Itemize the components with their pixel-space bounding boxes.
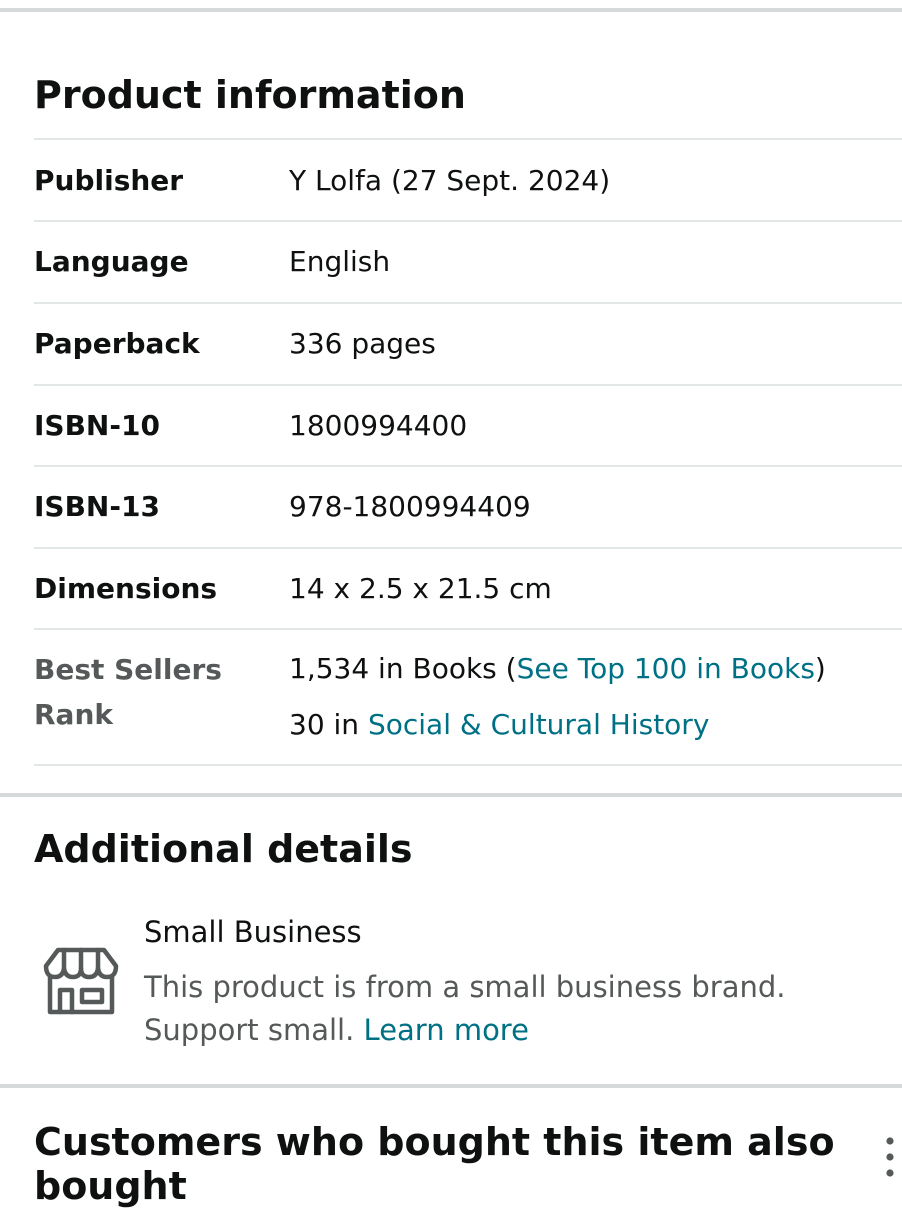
detail-value: English — [289, 245, 391, 278]
product-information-heading: Product information — [34, 73, 466, 117]
detail-value: 1800994400 — [289, 409, 468, 442]
social-cultural-history-link[interactable]: Social & Cultural History — [368, 708, 709, 741]
row-divider — [34, 384, 902, 386]
section-divider — [0, 1084, 902, 1088]
detail-label: ISBN-13 — [34, 490, 160, 523]
section-divider — [0, 793, 902, 797]
rank-books-close: ) — [814, 652, 826, 685]
additional-details-heading: Additional details — [34, 827, 413, 871]
learn-more-link[interactable]: Learn more — [364, 1013, 529, 1047]
row-divider — [34, 764, 902, 766]
detail-value: 978-1800994409 — [289, 490, 531, 523]
rank-category: 30 in Social & Cultural History — [289, 708, 709, 742]
detail-value: 336 pages — [289, 327, 436, 360]
see-top-100-link[interactable]: See Top 100 in Books — [517, 652, 815, 685]
also-bought-heading: Customers who bought this item also boug… — [34, 1120, 835, 1208]
row-divider — [34, 547, 902, 549]
small-business-description: This product is from a small business br… — [144, 966, 844, 1052]
row-divider — [34, 138, 902, 140]
section-divider — [0, 8, 902, 12]
rank-books-text: 1,534 in Books ( — [289, 652, 517, 685]
more-vertical-icon[interactable] — [880, 1136, 900, 1180]
detail-label: Paperback — [34, 327, 200, 360]
detail-value: Y Lolfa (27 Sept. 2024) — [289, 164, 611, 197]
detail-label: Best Sellers Rank — [34, 653, 222, 731]
detail-label: Language — [34, 245, 189, 278]
storefront-icon — [43, 947, 119, 1015]
rank-books: 1,534 in Books (See Top 100 in Books) — [289, 652, 826, 686]
small-business-title: Small Business — [144, 915, 362, 949]
row-divider — [34, 465, 902, 467]
detail-label: ISBN-10 — [34, 409, 160, 442]
row-divider — [34, 220, 902, 222]
detail-label: Publisher — [34, 164, 184, 197]
row-divider — [34, 628, 902, 630]
detail-value: 14 x 2.5 x 21.5 cm — [289, 572, 552, 605]
detail-label: Dimensions — [34, 572, 218, 605]
rank-category-text: 30 in — [289, 708, 368, 741]
row-divider — [34, 302, 902, 304]
